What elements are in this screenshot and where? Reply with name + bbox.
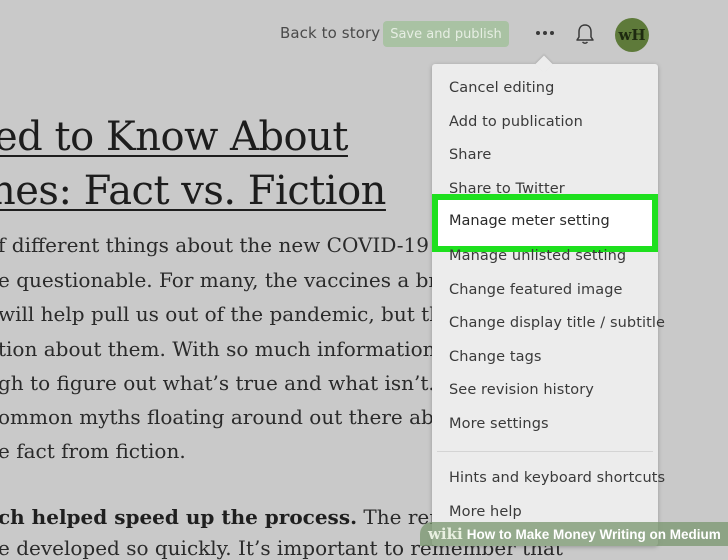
more-options-icon[interactable] bbox=[533, 22, 557, 44]
menu-item-share[interactable]: Share bbox=[449, 147, 491, 163]
article-title-line-1: ed to Know About bbox=[0, 114, 348, 160]
article-bold-paragraph: ch helped speed up the process. The rema… bbox=[0, 505, 482, 529]
article-paragraph-line: tion about them. With so much informatio… bbox=[0, 337, 467, 361]
article-paragraph-line: will help pull us out of the pandemic, b… bbox=[0, 302, 476, 326]
menu-item-add-to-publication[interactable]: Add to publication bbox=[449, 114, 583, 130]
user-avatar[interactable]: wH bbox=[615, 18, 649, 52]
watermark-brand: wiki bbox=[428, 525, 463, 543]
editor-topbar: Back to story Save and publish wH bbox=[0, 0, 728, 66]
back-to-story-link[interactable]: Back to story bbox=[280, 24, 380, 42]
notifications-bell-icon[interactable] bbox=[574, 22, 596, 46]
article-paragraph-line: e fact from fiction. bbox=[0, 439, 186, 463]
menu-divider bbox=[437, 451, 653, 452]
article-title-line-2: nes: Fact vs. Fiction bbox=[0, 168, 386, 214]
menu-item-change-tags[interactable]: Change tags bbox=[449, 349, 542, 365]
article-paragraph-line: gh to figure out what’s true and what is… bbox=[0, 371, 479, 395]
watermark-title: How to Make Money Writing on Medium bbox=[466, 526, 721, 542]
menu-item-hints-shortcuts[interactable]: Hints and keyboard shortcuts bbox=[449, 470, 665, 486]
menu-item-more-help[interactable]: More help bbox=[449, 504, 522, 520]
wikihow-watermark: wiki How to Make Money Writing on Medium bbox=[420, 522, 728, 546]
article-paragraph-line: e questionable. For many, the vaccines a… bbox=[0, 268, 476, 292]
menu-item-change-featured-image[interactable]: Change featured image bbox=[449, 282, 623, 298]
menu-item-more-settings[interactable]: More settings bbox=[449, 416, 549, 432]
menu-item-see-revision-history[interactable]: See revision history bbox=[449, 382, 594, 398]
article-paragraph-line: ommon myths floating around out there ab… bbox=[0, 405, 467, 429]
menu-item-cancel-editing[interactable]: Cancel editing bbox=[449, 80, 554, 96]
menu-item-change-display-title[interactable]: Change display title / subtitle bbox=[449, 315, 665, 331]
save-and-publish-button[interactable]: Save and publish bbox=[383, 21, 509, 47]
menu-item-manage-unlisted-setting[interactable]: Manage unlisted setting bbox=[449, 248, 626, 264]
article-bold-lead: ch helped speed up the process. bbox=[0, 505, 358, 529]
article-paragraph-line: f different things about the new COVID-1… bbox=[0, 233, 429, 257]
menu-item-manage-meter-setting[interactable]: Manage meter setting bbox=[449, 213, 610, 229]
